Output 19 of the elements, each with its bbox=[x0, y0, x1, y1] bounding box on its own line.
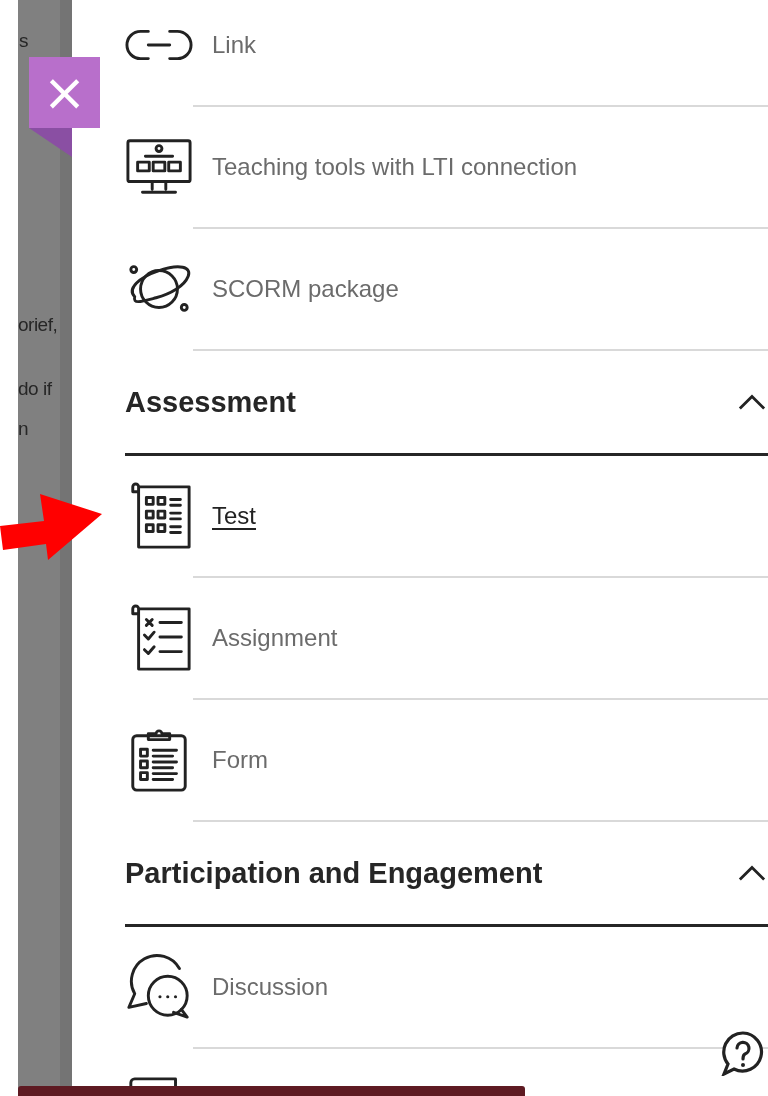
content-type-option[interactable]: Link bbox=[125, 0, 768, 105]
section-heading: Assessment bbox=[125, 385, 296, 419]
close-button[interactable]: × bbox=[29, 57, 100, 128]
page-text: orief, bbox=[18, 314, 58, 336]
content-type-option[interactable]: Discussion bbox=[125, 927, 768, 1047]
section-heading: Participation and Engagement bbox=[125, 856, 543, 890]
chevron-icon[interactable] bbox=[738, 393, 766, 411]
content-type-option[interactable]: SCORM package bbox=[125, 229, 768, 349]
chevron-icon[interactable] bbox=[738, 864, 766, 882]
content-type-option[interactable]: Form bbox=[125, 700, 768, 820]
content-type-option[interactable]: Teaching tools with LTI connection bbox=[125, 107, 768, 227]
content-type-option[interactable]: Assignment bbox=[125, 578, 768, 698]
monitor-icon bbox=[125, 137, 193, 197]
page-text: do if bbox=[18, 378, 52, 400]
help-icon[interactable] bbox=[720, 1030, 766, 1076]
ribbon-fold bbox=[29, 128, 72, 157]
page-text: s bbox=[19, 30, 28, 52]
page-text: n bbox=[18, 418, 29, 440]
content-type-option[interactable]: Test bbox=[125, 456, 768, 576]
